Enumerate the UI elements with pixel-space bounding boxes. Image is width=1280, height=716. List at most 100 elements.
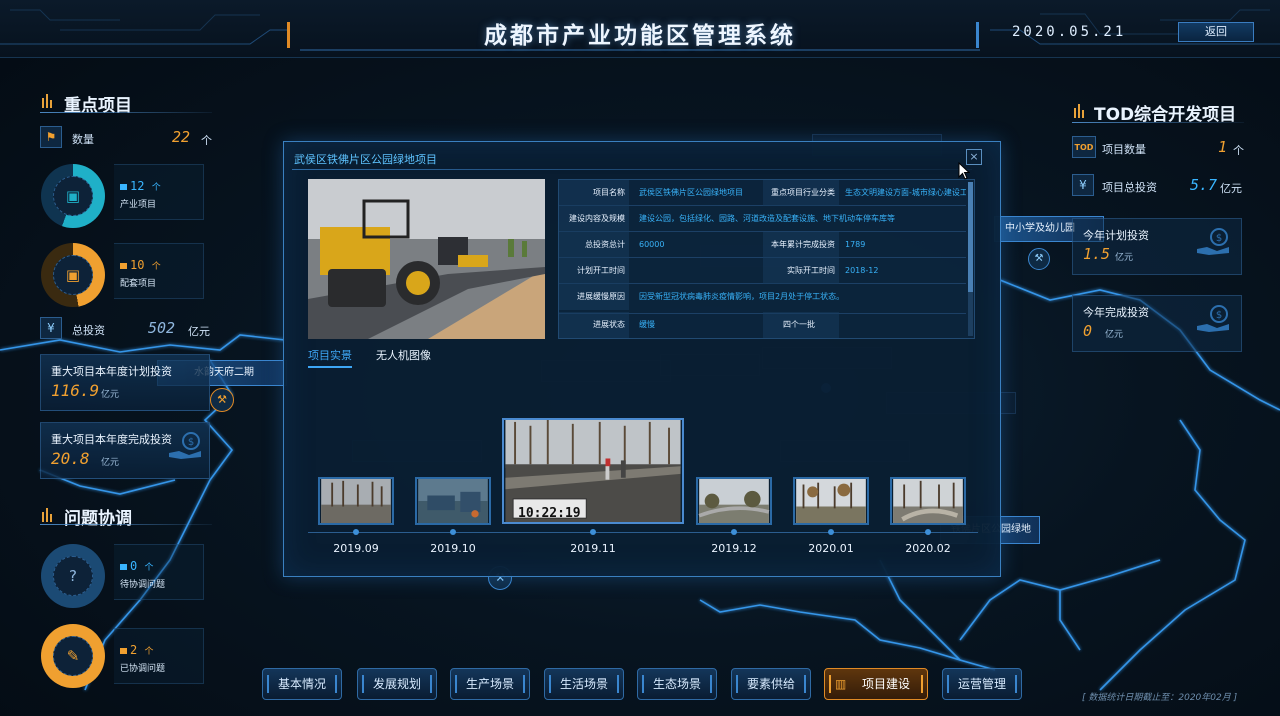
money-hand-icon: $ — [169, 432, 201, 459]
nav-factors[interactable]: 要素供给 — [731, 668, 811, 700]
section-title-icon — [42, 508, 52, 522]
project-count-label: 数量 — [72, 133, 94, 146]
folder-icon: ▣ — [53, 255, 93, 295]
project-photo[interactable] — [308, 179, 545, 339]
legend-swatch — [120, 563, 127, 570]
done-investment-title: 重大项目本年度完成投资 — [51, 433, 172, 446]
timeline-thumbnail[interactable] — [415, 477, 491, 525]
legend-swatch — [120, 647, 127, 654]
info-row: 项目名称 武侯区铁佛片区公园绿地项目 重点项目行业分类 生态文明建设方面-城市绿… — [559, 180, 966, 206]
support-label: 配套项目 — [120, 279, 157, 289]
info-label: 计划开工时间 — [559, 258, 629, 284]
info-label: 总投资总计 — [559, 232, 629, 258]
map-label-text: 中小学及幼儿园 — [1005, 223, 1075, 234]
money-hand-icon: $ — [1197, 305, 1229, 332]
support-unit: 个 — [151, 262, 161, 272]
timeline-label[interactable]: 2019.10 — [413, 542, 493, 555]
nav-dev-plan[interactable]: 发展规划 — [357, 668, 437, 700]
pending-ring-chart: ? — [41, 544, 105, 608]
section-divider — [1072, 122, 1244, 123]
nav-living[interactable]: 生活场景 — [544, 668, 624, 700]
plan-investment-title: 重大项目本年度计划投资 — [51, 365, 172, 378]
resolved-value: 2 — [130, 643, 138, 657]
timeline-dot[interactable] — [828, 529, 834, 535]
timeline-label[interactable]: 2019.12 — [694, 542, 774, 555]
investment-unit: 亿元 — [188, 325, 210, 338]
tod-count-label: 项目数量 — [1102, 143, 1146, 156]
info-value: 1789 — [845, 240, 866, 249]
project-info-table: 项目名称 武侯区铁佛片区公园绿地项目 重点项目行业分类 生态文明建设方面-城市绿… — [558, 179, 975, 339]
tod-badge-icon: TOD — [1072, 136, 1096, 158]
info-row: 进展状态 缓慢 四个一批 — [559, 312, 966, 338]
project-detail-modal: 武侯区铁佛片区公园绿地项目 × 项目名称 武侯区铁佛片区公园绿地项目 重点项目行… — [283, 141, 1001, 577]
info-label: 进展缓慢原因 — [559, 284, 629, 310]
svg-text:$: $ — [188, 437, 194, 448]
section-divider — [40, 112, 212, 113]
info-value — [633, 258, 761, 284]
support-stat: 10 个 配套项目 — [114, 243, 204, 299]
tod-investment-icon: ¥ — [1072, 174, 1094, 196]
timeline-thumbnail-selected[interactable]: 10:22:19 — [502, 418, 684, 524]
timeline-thumbnail[interactable] — [890, 477, 966, 525]
section-divider — [40, 524, 212, 525]
nav-operation[interactable]: 运营管理 — [942, 668, 1022, 700]
table-scrollbar[interactable] — [968, 182, 973, 336]
info-label: 实际开工时间 — [763, 258, 839, 284]
info-row: 进展缓慢原因 因受新型冠状病毒肺炎疫情影响，项目2月处于停工状态。 — [559, 284, 966, 314]
support-ring-chart: ▣ — [41, 243, 105, 307]
timeline-dot[interactable] — [731, 529, 737, 535]
support-value: 10 — [130, 258, 145, 272]
plan-investment-card: 重大项目本年度计划投资 116.9 亿元 — [40, 354, 210, 411]
back-button[interactable]: 返回 — [1178, 22, 1254, 42]
nav-basic-info[interactable]: 基本情况 — [262, 668, 342, 700]
nav-project-construction[interactable]: ▥ 项目建设 — [824, 668, 928, 700]
info-row: 计划开工时间 实际开工时间 2018-12 — [559, 258, 966, 284]
timeline-label[interactable]: 2020.01 — [791, 542, 871, 555]
photo-timestamp: 10:22:19 — [518, 506, 581, 521]
timeline-dot[interactable] — [925, 529, 931, 535]
timeline-label[interactable]: 2020.02 — [888, 542, 968, 555]
timeline-dot[interactable] — [450, 529, 456, 535]
plan-investment-value: 116.9 — [51, 381, 100, 400]
tod-done-unit: 亿元 — [1105, 330, 1124, 340]
info-value: 因受新型冠状病毒肺炎疫情影响，项目2月处于停工状态。 — [639, 292, 845, 301]
resolved-value-row: 2 个 — [120, 643, 153, 657]
tab-drone-images[interactable]: 无人机图像 — [376, 347, 431, 363]
investment-value: 502 — [148, 319, 176, 337]
pending-value: 0 — [130, 559, 138, 573]
nav-ecology[interactable]: 生态场景 — [637, 668, 717, 700]
tod-plan-unit: 亿元 — [1115, 253, 1134, 263]
industry-value: 12 — [130, 179, 145, 193]
tod-investment-unit: 亿元 — [1220, 182, 1242, 195]
timeline-label[interactable]: 2019.11 — [553, 542, 633, 555]
mouse-cursor-icon — [958, 162, 970, 180]
industry-unit: 个 — [151, 183, 161, 193]
nav-production[interactable]: 生产场景 — [450, 668, 530, 700]
industry-label: 产业项目 — [120, 200, 157, 210]
resolved-stat: 2 个 已协调问题 — [114, 628, 204, 684]
tod-done-value: 0 — [1083, 322, 1093, 340]
industry-ring-chart: ▣ — [41, 164, 105, 228]
svg-text:$: $ — [1216, 310, 1222, 321]
map-marker-icon[interactable]: ⚒ — [210, 388, 234, 412]
tod-count-value: 1 — [1218, 138, 1228, 156]
money-hand-icon: $ — [1197, 228, 1229, 255]
info-value: 2018-12 — [845, 266, 879, 275]
timeline-thumbnail[interactable] — [793, 477, 869, 525]
timeline-thumbnail[interactable] — [696, 477, 772, 525]
map-marker-icon[interactable]: ⚒ — [1028, 248, 1050, 270]
nav-project-construction-label: 项目建设 — [861, 677, 910, 691]
timeline-dot[interactable] — [353, 529, 359, 535]
timeline-dot[interactable] — [590, 529, 596, 535]
timeline-thumbnail[interactable] — [318, 477, 394, 525]
tab-site-photos[interactable]: 项目实景 — [308, 347, 352, 363]
document-edit-icon: ✎ — [53, 636, 93, 676]
timeline-label[interactable]: 2019.09 — [316, 542, 396, 555]
scrollbar-thumb[interactable] — [968, 182, 973, 292]
tod-investment-label: 项目总投资 — [1102, 181, 1157, 194]
timeline-axis — [308, 532, 978, 533]
legend-swatch — [120, 183, 127, 190]
project-count-unit: 个 — [201, 134, 212, 147]
header-bar: 成都市产业功能区管理系统 2020.05.21 返回 — [0, 0, 1280, 58]
pending-stat: 0 个 待协调问题 — [114, 544, 204, 600]
